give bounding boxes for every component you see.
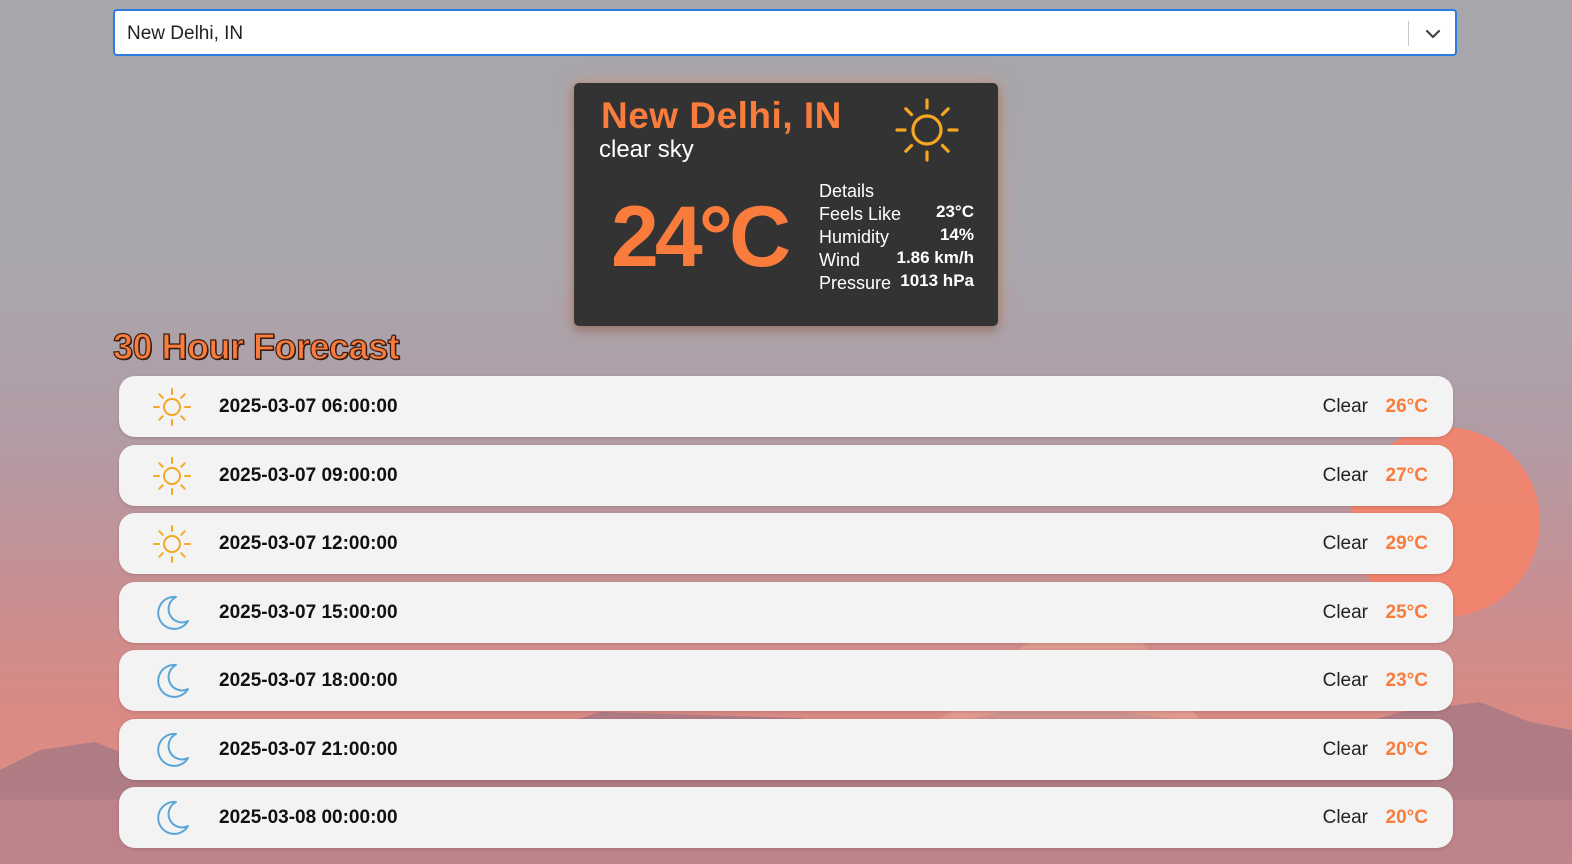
moon-icon bbox=[157, 595, 189, 630]
select-separator bbox=[1408, 21, 1409, 46]
detail-value: 1013 hPa bbox=[900, 271, 974, 290]
forecast-condition: Clear bbox=[1322, 670, 1368, 691]
sun-icon bbox=[153, 456, 191, 495]
detail-value: 14% bbox=[939, 225, 974, 244]
moon-icon bbox=[157, 732, 189, 767]
forecast-condition: Clear bbox=[1322, 807, 1368, 828]
moon-icon bbox=[157, 663, 189, 698]
location-select[interactable]: New Delhi, IN bbox=[113, 9, 1457, 56]
detail-row-humidity: Humidity 14% bbox=[819, 225, 974, 250]
forecast-row: 2025-03-07 06:00:00 Clear 26°C bbox=[119, 376, 1453, 437]
forecast-time: 2025-03-07 21:00:00 bbox=[219, 738, 398, 760]
details-heading: Details bbox=[819, 181, 875, 201]
forecast-time: 2025-03-07 09:00:00 bbox=[219, 464, 398, 486]
detail-row-wind: Wind 1.86 km/h bbox=[819, 248, 975, 273]
forecast-temperature: 27°C bbox=[1385, 464, 1428, 486]
forecast-row: 2025-03-07 15:00:00 Clear 25°C bbox=[119, 581, 1453, 643]
current-description: clear sky bbox=[599, 136, 694, 163]
forecast-condition: Clear bbox=[1322, 533, 1368, 554]
current-temperature: 24°C bbox=[611, 189, 791, 285]
current-city: New Delhi, IN bbox=[601, 95, 842, 136]
sun-icon bbox=[895, 98, 959, 162]
forecast-row: 2025-03-07 18:00:00 Clear 23°C bbox=[119, 650, 1453, 711]
forecast-condition: Clear bbox=[1322, 464, 1368, 486]
forecast-title: 30 Hour Forecast bbox=[112, 325, 400, 367]
forecast-row: 2025-03-07 09:00:00 Clear 27°C bbox=[119, 444, 1453, 506]
detail-row-feels-like: Feels Like 23°C bbox=[819, 202, 974, 227]
forecast-temperature: 26°C bbox=[1385, 396, 1428, 417]
detail-label: Pressure bbox=[819, 273, 892, 293]
sun-icon bbox=[153, 525, 191, 563]
forecast-row: 2025-03-07 21:00:00 Clear 20°C bbox=[119, 718, 1453, 780]
forecast-temperature: 23°C bbox=[1385, 670, 1428, 691]
current-weather-card: New Delhi, IN clear sky 24°C Details Fee… bbox=[574, 83, 998, 326]
forecast-time: 2025-03-07 06:00:00 bbox=[219, 396, 398, 417]
sun-icon bbox=[153, 388, 191, 426]
forecast-row: 2025-03-07 12:00:00 Clear 29°C bbox=[119, 513, 1453, 574]
forecast-row: 2025-03-08 00:00:00 Clear 20°C bbox=[119, 787, 1453, 848]
forecast-time: 2025-03-07 18:00:00 bbox=[219, 670, 398, 691]
detail-label: Humidity bbox=[819, 227, 890, 247]
forecast-condition: Clear bbox=[1322, 396, 1368, 417]
forecast-temperature: 25°C bbox=[1385, 601, 1428, 623]
detail-label: Wind bbox=[819, 250, 861, 270]
detail-label: Feels Like bbox=[819, 204, 902, 224]
forecast-condition: Clear bbox=[1322, 601, 1368, 623]
moon-icon bbox=[157, 800, 189, 835]
forecast-time: 2025-03-08 00:00:00 bbox=[219, 807, 398, 828]
detail-value: 1.86 km/h bbox=[896, 248, 975, 267]
forecast-temperature: 20°C bbox=[1385, 807, 1428, 828]
detail-row-pressure: Pressure 1013 hPa bbox=[819, 271, 974, 296]
forecast-list: 2025-03-07 06:00:00 Clear 26°C 2025-03-0… bbox=[119, 376, 1453, 856]
forecast-time: 2025-03-07 12:00:00 bbox=[219, 533, 398, 554]
forecast-temperature: 29°C bbox=[1385, 533, 1428, 554]
chevron-down-icon[interactable] bbox=[1423, 24, 1443, 44]
forecast-condition: Clear bbox=[1322, 738, 1368, 760]
forecast-temperature: 20°C bbox=[1385, 738, 1428, 760]
details-panel: Details Feels Like 23°C Humidity 14% Win… bbox=[819, 181, 974, 296]
detail-value: 23°C bbox=[936, 202, 974, 221]
location-select-value: New Delhi, IN bbox=[127, 23, 244, 44]
forecast-time: 2025-03-07 15:00:00 bbox=[219, 601, 398, 623]
